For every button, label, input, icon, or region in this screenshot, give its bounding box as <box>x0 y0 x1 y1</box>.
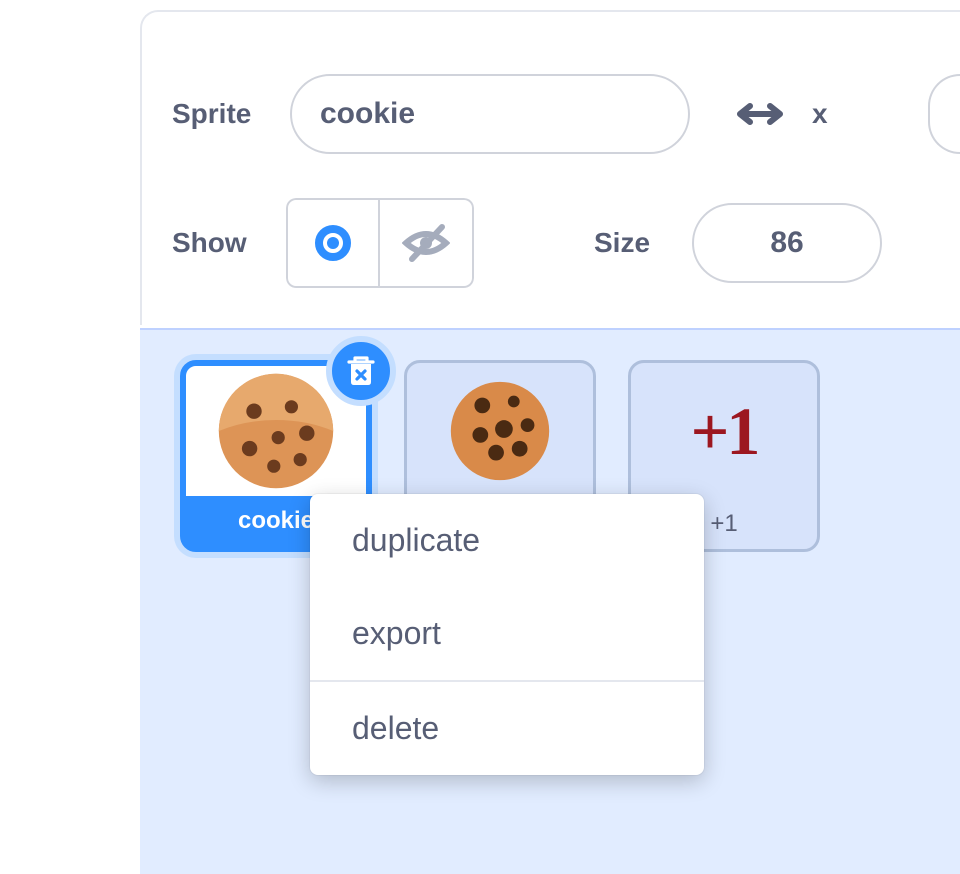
sprite-name-input[interactable]: cookie <box>290 74 690 154</box>
size-value: 86 <box>770 226 803 260</box>
size-label: Size <box>594 227 692 259</box>
plus-one-icon: +1 <box>691 397 758 465</box>
trash-icon <box>342 352 380 390</box>
sprite-context-menu: duplicate export delete <box>310 494 704 775</box>
sprite-info-panel: Sprite cookie x Show <box>140 10 960 325</box>
cookie-icon <box>210 366 342 496</box>
size-input[interactable]: 86 <box>692 203 882 283</box>
x-position-icon <box>730 94 790 134</box>
context-menu-export[interactable]: export <box>310 587 704 680</box>
x-position-label: x <box>812 98 828 130</box>
hide-button[interactable] <box>380 198 474 288</box>
sprite-name-label: Sprite <box>172 98 290 130</box>
sprite-name-value: cookie <box>320 97 415 131</box>
sprite-tile-label: +1 <box>710 510 737 538</box>
show-button[interactable] <box>286 198 380 288</box>
visibility-toggle <box>286 198 474 288</box>
sprite-tile-label: cookie <box>238 507 314 535</box>
context-menu-delete[interactable]: delete <box>310 680 704 775</box>
delete-sprite-button[interactable] <box>326 336 396 406</box>
context-menu-duplicate[interactable]: duplicate <box>310 494 704 587</box>
show-label: Show <box>172 227 286 259</box>
cookie-chips-icon <box>441 372 559 490</box>
